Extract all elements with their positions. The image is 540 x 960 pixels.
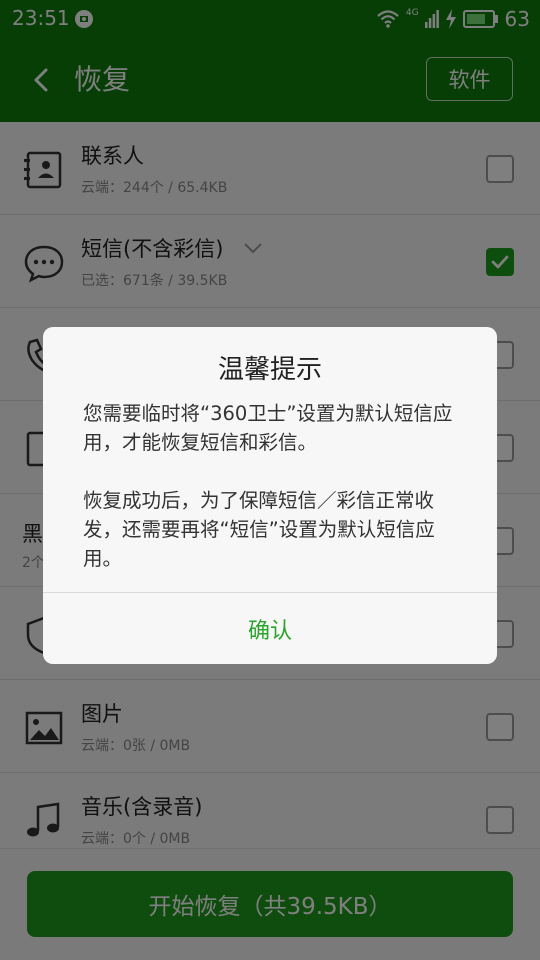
tip-dialog: 温馨提示 您需要临时将“360卫士”设置为默认短信应用，才能恢复短信和彩信。 恢… (43, 327, 497, 664)
dialog-paragraph: 您需要临时将“360卫士”设置为默认短信应用，才能恢复短信和彩信。 (83, 402, 453, 454)
confirm-button[interactable]: 确认 (43, 593, 497, 664)
dialog-title: 温馨提示 (217, 355, 322, 385)
dialog-body: 您需要临时将“360卫士”设置为默认短信应用，才能恢复短信和彩信。 恢复成功后，… (83, 399, 463, 573)
dialog-paragraph: 恢复成功后，为了保障短信／彩信正常收发，还需要再将“短信”设置为默认短信应用。 (83, 489, 435, 570)
